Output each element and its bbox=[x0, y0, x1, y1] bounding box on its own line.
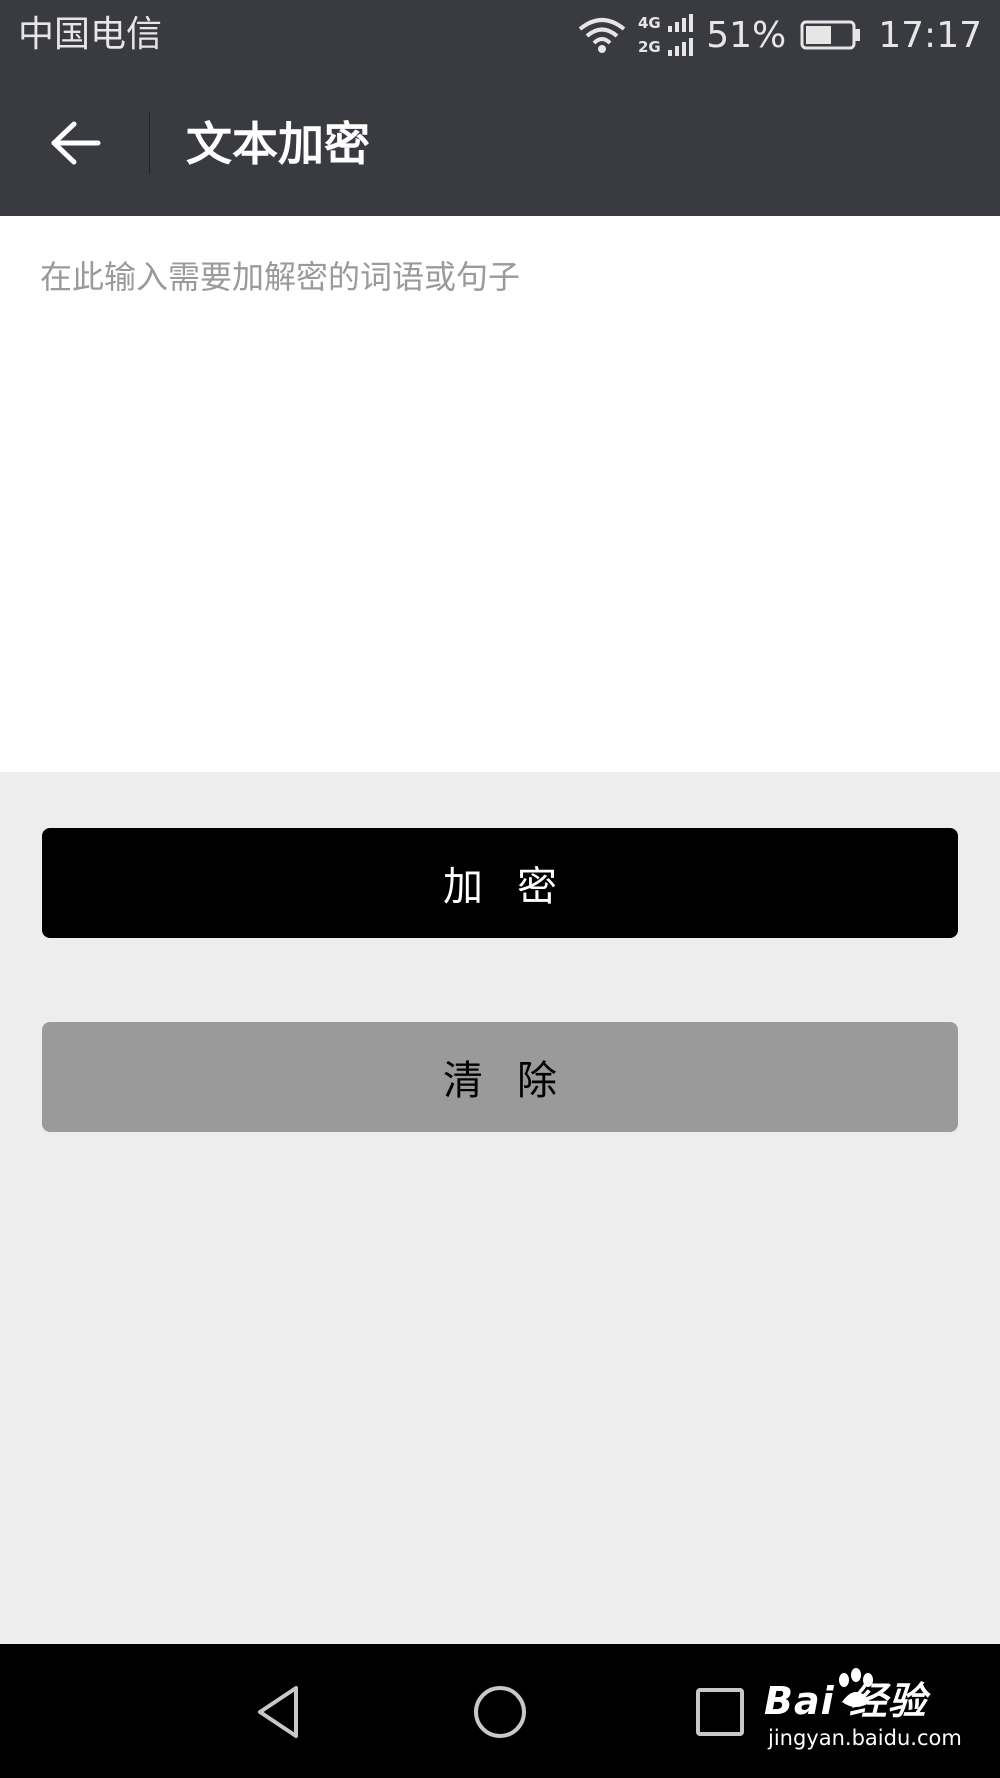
baidu-jingyan-watermark: Bai 经验 jingyan.baidu.com bbox=[764, 1668, 974, 1760]
system-nav-bar: Bai 经验 jingyan.baidu.com bbox=[0, 1644, 1000, 1778]
square-recent-icon[interactable] bbox=[690, 1682, 750, 1742]
app-bar: 文本加密 bbox=[0, 72, 1000, 216]
signal-icon: 4G 2G bbox=[638, 14, 694, 56]
network-type-4g: 4G bbox=[638, 14, 661, 32]
wifi-icon bbox=[578, 18, 626, 53]
page-title: 文本加密 bbox=[186, 117, 370, 171]
clear-button-label: 清除 bbox=[443, 1058, 591, 1104]
battery-percentage: 51% bbox=[706, 14, 787, 56]
encrypt-button[interactable]: 加密 bbox=[42, 828, 958, 938]
encrypt-button-label: 加密 bbox=[443, 864, 591, 910]
back-button[interactable] bbox=[36, 108, 116, 180]
app-bar-divider bbox=[149, 112, 150, 174]
carrier-name: 中国电信 bbox=[18, 14, 163, 55]
text-input[interactable] bbox=[40, 252, 960, 732]
clear-button[interactable]: 清除 bbox=[42, 1022, 958, 1132]
status-bar: 中国电信 4G 2G 51% 17:17 bbox=[0, 0, 1000, 72]
triangle-back-icon[interactable] bbox=[250, 1682, 310, 1742]
clock: 17:17 bbox=[878, 14, 982, 56]
circle-home-icon[interactable] bbox=[470, 1682, 530, 1742]
battery-icon bbox=[800, 20, 861, 50]
watermark-url: jingyan.baidu.com bbox=[768, 1726, 962, 1750]
text-input-area bbox=[0, 216, 1000, 772]
arrow-left-icon bbox=[51, 121, 101, 165]
network-type-2g: 2G bbox=[638, 38, 661, 56]
status-indicators: 4G 2G 51% 17:17 bbox=[576, 10, 982, 60]
paw-icon bbox=[839, 1668, 873, 1707]
